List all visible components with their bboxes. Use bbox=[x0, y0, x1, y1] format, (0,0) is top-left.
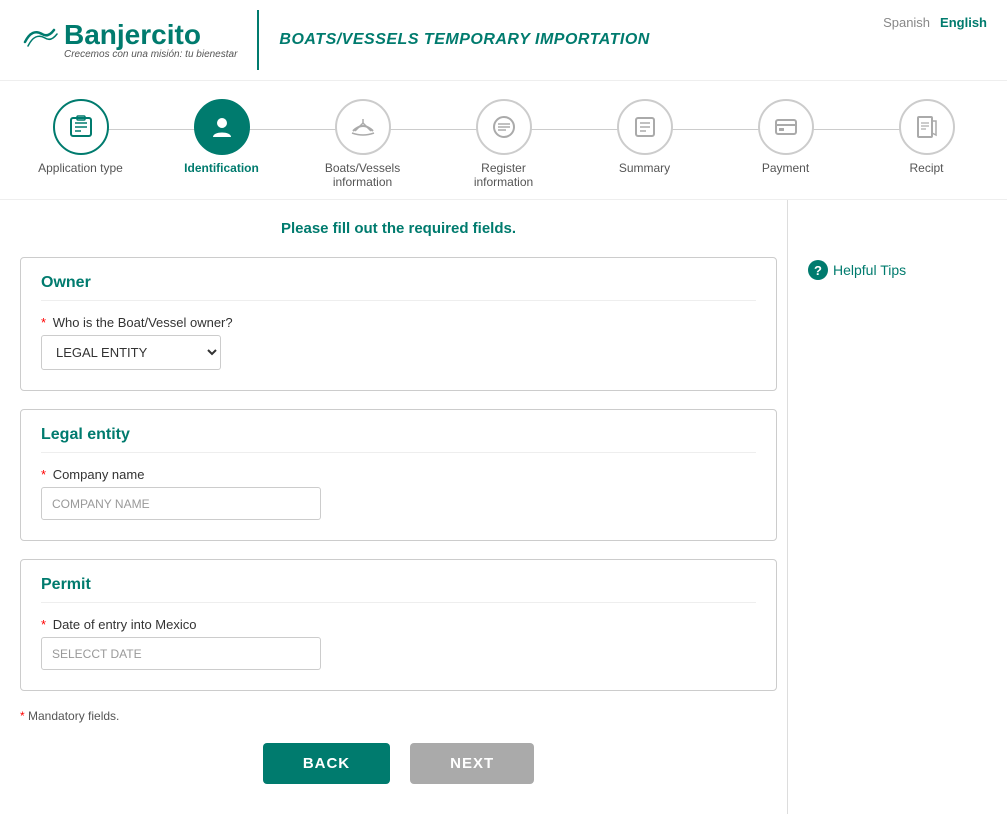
legal-entity-title: Legal entity bbox=[41, 426, 756, 453]
lang-link[interactable]: English bbox=[940, 15, 987, 30]
logo-tagline: Crecemos con una misión: tu bienestar bbox=[64, 49, 237, 60]
header-divider bbox=[257, 10, 259, 70]
logo-icon bbox=[20, 20, 58, 61]
step-label-boats-vessels: Boats/Vessels information bbox=[313, 161, 413, 189]
required-msg: Please fill out the required fields. bbox=[20, 220, 777, 237]
mandatory-asterisk: * bbox=[20, 709, 25, 723]
permit-card: Permit * Date of entry into Mexico bbox=[20, 559, 777, 691]
logo-area: Banjercito Crecemos con una misión: tu b… bbox=[20, 20, 237, 61]
step-register-info[interactable]: Register information bbox=[433, 99, 574, 189]
logo-text: Banjercito Crecemos con una misión: tu b… bbox=[64, 21, 237, 60]
mandatory-note: * Mandatory fields. bbox=[20, 709, 777, 723]
date-req-asterisk: * bbox=[41, 617, 46, 632]
stepper: Application type Identification Boats/Ve… bbox=[0, 81, 1007, 200]
legal-entity-card: Legal entity * Company name bbox=[20, 409, 777, 541]
owner-title: Owner bbox=[41, 274, 756, 301]
date-label-text: Date of entry into Mexico bbox=[53, 617, 197, 632]
step-circle-payment bbox=[758, 99, 814, 155]
tips-area: ? Helpful Tips bbox=[787, 200, 987, 814]
date-input[interactable] bbox=[41, 637, 321, 670]
step-circle-register-info bbox=[476, 99, 532, 155]
company-label-text: Company name bbox=[53, 467, 145, 482]
owner-req-asterisk: * bbox=[41, 315, 46, 330]
header: Banjercito Crecemos con una misión: tu b… bbox=[0, 0, 1007, 81]
step-label-payment: Payment bbox=[762, 161, 809, 175]
step-circle-application-type bbox=[53, 99, 109, 155]
step-summary[interactable]: Summary bbox=[574, 99, 715, 175]
company-name-input[interactable] bbox=[41, 487, 321, 520]
step-label-application-type: Application type bbox=[38, 161, 123, 175]
header-title: BOATS/VESSELS TEMPORARY IMPORTATION bbox=[279, 31, 649, 49]
helpful-tips-link[interactable]: ? Helpful Tips bbox=[808, 260, 987, 280]
step-label-identification: Identification bbox=[184, 161, 259, 175]
form-area: Please fill out the required fields. Own… bbox=[20, 200, 777, 814]
mandatory-text: Mandatory fields. bbox=[28, 709, 119, 723]
logo-name: Banjercito bbox=[64, 21, 237, 49]
date-field-label: * Date of entry into Mexico bbox=[41, 617, 756, 632]
step-circle-boats-vessels bbox=[335, 99, 391, 155]
step-circle-summary bbox=[617, 99, 673, 155]
lang-current: Spanish bbox=[883, 15, 930, 30]
step-recipt[interactable]: Recipt bbox=[856, 99, 997, 175]
owner-select[interactable]: LEGAL ENTITY INDIVIDUAL bbox=[41, 335, 221, 370]
step-payment[interactable]: Payment bbox=[715, 99, 856, 175]
tips-label: Helpful Tips bbox=[833, 262, 906, 278]
step-identification[interactable]: Identification bbox=[151, 99, 292, 175]
step-circle-recipt bbox=[899, 99, 955, 155]
button-row: BACK NEXT bbox=[20, 743, 777, 814]
company-field-label: * Company name bbox=[41, 467, 756, 482]
header-lang: Spanish English bbox=[883, 15, 987, 30]
permit-title: Permit bbox=[41, 576, 756, 603]
tips-icon: ? bbox=[808, 260, 828, 280]
owner-label-text: Who is the Boat/Vessel owner? bbox=[53, 315, 233, 330]
back-button[interactable]: BACK bbox=[263, 743, 390, 784]
owner-field-label: * Who is the Boat/Vessel owner? bbox=[41, 315, 756, 330]
owner-card: Owner * Who is the Boat/Vessel owner? LE… bbox=[20, 257, 777, 391]
step-label-recipt: Recipt bbox=[909, 161, 943, 175]
step-label-summary: Summary bbox=[619, 161, 670, 175]
step-boats-vessels[interactable]: Boats/Vessels information bbox=[292, 99, 433, 189]
step-circle-identification bbox=[194, 99, 250, 155]
step-application-type[interactable]: Application type bbox=[10, 99, 151, 175]
next-button[interactable]: NEXT bbox=[410, 743, 534, 784]
company-req-asterisk: * bbox=[41, 467, 46, 482]
step-label-register-info: Register information bbox=[454, 161, 554, 189]
